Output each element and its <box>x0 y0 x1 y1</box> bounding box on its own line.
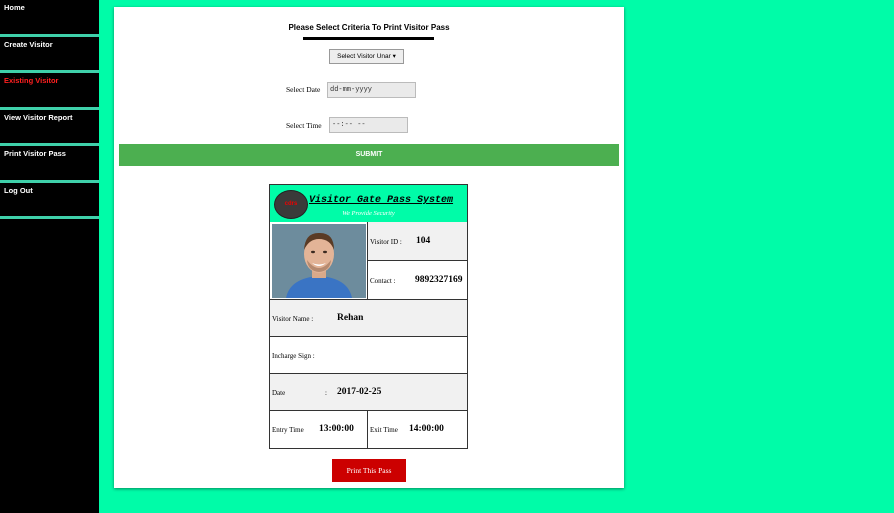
exit-time-cell: Exit Time 14:00:00 <box>368 411 467 448</box>
photo-cell <box>270 222 368 300</box>
incharge-sign-cell: Incharge Sign : <box>270 337 467 374</box>
incharge-sign-label: Incharge Sign : <box>272 352 315 360</box>
visitor-id-label: Visitor ID : <box>370 238 402 246</box>
sidebar-item-create-visitor[interactable]: Create Visitor <box>0 37 99 73</box>
visitor-id-value: 104 <box>416 236 431 246</box>
select-date-label: Select Date <box>286 85 321 94</box>
visitor-photo-image <box>272 224 366 298</box>
entry-time-value: 13:00:00 <box>319 424 354 434</box>
time-input[interactable]: --:-- -- <box>329 117 408 133</box>
select-time-label: Select Time <box>286 121 322 130</box>
title-underline <box>303 37 434 40</box>
visitor-select[interactable]: Select Visitor Unar ▾ <box>329 49 404 64</box>
sidebar-item-home[interactable]: Home <box>0 0 99 37</box>
main-panel: Please Select Criteria To Print Visitor … <box>114 7 624 488</box>
visitor-photo <box>272 224 366 298</box>
print-pass-button[interactable]: Print This Pass <box>332 459 406 482</box>
date-colon: : <box>325 389 327 397</box>
sidebar: Home Create Visitor Existing Visitor Vie… <box>0 0 99 513</box>
sidebar-item-log-out[interactable]: Log Out <box>0 183 99 219</box>
contact-label: Contact : <box>370 277 396 285</box>
entry-time-cell: Entry Time 13:00:00 <box>270 411 368 448</box>
sidebar-item-existing-visitor[interactable]: Existing Visitor <box>0 73 99 110</box>
date-label: Date <box>272 389 286 397</box>
contact-value: 9892327169 <box>415 275 463 285</box>
exit-time-value: 14:00:00 <box>409 424 444 434</box>
visitor-name-cell: Visitor Name : Rehan <box>270 300 467 337</box>
contact-cell: Contact : 9892327169 <box>368 261 467 300</box>
entry-time-label: Entry Time <box>272 426 304 434</box>
submit-button[interactable]: SUBMIT <box>119 144 619 166</box>
pass-tagline: We Provide Security <box>342 210 395 217</box>
date-value: 2017-02-25 <box>337 387 382 397</box>
visitor-id-cell: Visitor ID : 104 <box>368 222 467 261</box>
pass-header: cdrs Visitor Gate Pass System We Provide… <box>270 185 467 223</box>
date-cell: Date : 2017-02-25 <box>270 374 467 411</box>
sidebar-item-print-visitor-pass[interactable]: Print Visitor Pass <box>0 146 99 183</box>
exit-time-label: Exit Time <box>370 426 398 434</box>
date-input[interactable]: dd-mm-yyyy <box>327 82 416 98</box>
pass-title: Visitor Gate Pass System <box>309 195 454 206</box>
page-title: Please Select Criteria To Print Visitor … <box>288 23 450 32</box>
sidebar-item-view-visitor-report[interactable]: View Visitor Report <box>0 110 99 146</box>
visitor-pass-card: cdrs Visitor Gate Pass System We Provide… <box>269 184 468 449</box>
visitor-name-label: Visitor Name : <box>272 315 314 323</box>
visitor-name-value: Rehan <box>337 313 364 323</box>
